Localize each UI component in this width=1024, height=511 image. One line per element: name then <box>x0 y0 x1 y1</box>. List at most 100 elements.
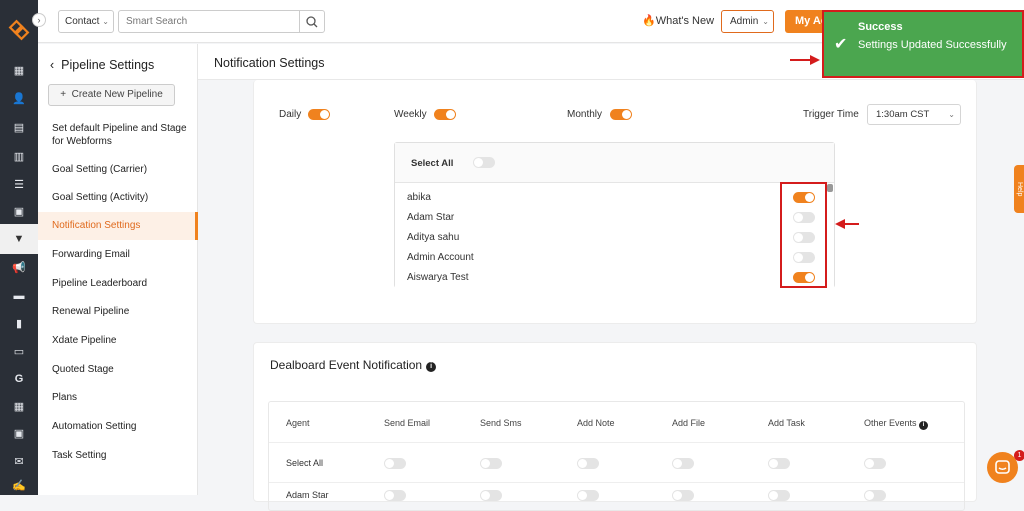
dashboard-icon[interactable]: ▦ <box>12 65 26 77</box>
column-header: Other Events i <box>864 418 929 430</box>
info-icon[interactable]: i <box>426 362 437 372</box>
settings-sidebar: ‹ Pipeline Settings + Create New Pipelin… <box>38 44 198 495</box>
annotation-arrow <box>790 59 812 61</box>
toast-title: Success <box>858 21 903 33</box>
agent-other-events-toggle[interactable] <box>864 490 886 501</box>
google-icon[interactable]: G <box>12 373 26 385</box>
dealboard-title: Dealboard Event Notification i <box>270 358 437 372</box>
sidebar-title: Pipeline Settings <box>61 58 155 72</box>
id-card-icon[interactable]: ▣ <box>12 206 26 218</box>
select-all-send-email-toggle[interactable] <box>384 458 406 469</box>
page-title: Notification Settings <box>214 56 325 70</box>
whats-new-link[interactable]: 🔥What's New <box>642 14 714 27</box>
create-new-pipeline-label: Create New Pipeline <box>71 89 163 100</box>
trigger-time-label: Trigger Time <box>803 109 859 120</box>
row-divider <box>269 442 964 443</box>
select-all-toggle[interactable] <box>473 157 495 168</box>
role-select-value: Admin <box>730 16 759 27</box>
trigger-time-value: 1:30am CST <box>876 109 930 120</box>
create-new-pipeline-button[interactable]: + Create New Pipeline <box>48 84 175 106</box>
column-header: Send Sms <box>480 418 522 428</box>
back-to-pipeline-settings[interactable]: ‹ Pipeline Settings <box>50 58 154 72</box>
documents-icon[interactable]: ▤ <box>12 122 26 134</box>
pipeline-nav-active[interactable]: ▼ <box>0 224 38 254</box>
column-header: Add Task <box>768 418 805 428</box>
calculator-icon[interactable]: ▦ <box>12 401 26 413</box>
dealboard-event-card: Dealboard Event Notification i Agent Send… <box>253 342 977 511</box>
trigger-time-select[interactable]: 1:30am CST ⌄ <box>867 104 961 125</box>
column-header: Add File <box>672 418 706 428</box>
agent-name: abika <box>407 192 431 203</box>
weekly-toggle[interactable] <box>434 109 456 120</box>
folder-icon[interactable]: ▭ <box>12 346 26 358</box>
chat-notification-badge: 1 <box>1014 450 1024 461</box>
agent-select-all-row: Select All <box>395 143 834 183</box>
success-toast[interactable]: ✔ Success Settings Updated Successfully <box>822 10 1024 78</box>
sidebar-item-forwarding-email[interactable]: Forwarding Email <box>38 248 198 261</box>
select-all-row-label: Select All <box>286 458 324 468</box>
agent-name: Admin Account <box>407 252 474 263</box>
monthly-label: Monthly <box>567 109 603 120</box>
megaphone-icon[interactable]: 📢 <box>12 262 26 274</box>
daily-label: Daily <box>279 109 302 120</box>
select-all-add-note-toggle[interactable] <box>577 458 599 469</box>
agent-send-email-toggle[interactable] <box>384 490 406 501</box>
sidebar-item-task-setting[interactable]: Task Setting <box>38 449 198 462</box>
agent-name: Aditya sahu <box>407 232 460 243</box>
agent-send-sms-toggle[interactable] <box>480 490 502 501</box>
contact-type-select[interactable]: Contact ⌄ <box>58 10 114 33</box>
sidebar-item-goal-carrier[interactable]: Goal Setting (Carrier) <box>38 163 198 176</box>
select-all-send-sms-toggle[interactable] <box>480 458 502 469</box>
fire-icon: 🔥 <box>642 15 656 27</box>
bank-icon[interactable]: ▥ <box>12 151 26 163</box>
sidebar-item-xdate-pipeline[interactable]: Xdate Pipeline <box>38 334 198 347</box>
agent-add-file-toggle[interactable] <box>672 490 694 501</box>
sidebar-item-plans[interactable]: Plans <box>38 391 198 404</box>
agent-add-note-toggle[interactable] <box>577 490 599 501</box>
plus-icon: + <box>60 89 67 100</box>
whats-new-label: What's New <box>655 15 715 27</box>
report-icon[interactable]: ▬ <box>12 290 26 302</box>
agent-row-label: Adam Star <box>286 490 329 500</box>
agent-list: abika Adam Star Aditya sahu Admin Accoun… <box>395 184 834 288</box>
sidebar-item-pipeline-leaderboard[interactable]: Pipeline Leaderboard <box>38 277 198 290</box>
checkmark-icon: ✔ <box>834 36 848 53</box>
chevron-down-icon: ⌄ <box>948 110 955 119</box>
sidebar-item-default-pipeline[interactable]: Set default Pipeline and Stage for Webfo… <box>38 122 198 148</box>
sidebar-item-renewal-pipeline[interactable]: Renewal Pipeline <box>38 305 198 318</box>
smart-search-input[interactable] <box>118 10 300 33</box>
select-all-add-file-toggle[interactable] <box>672 458 694 469</box>
column-header: Agent <box>286 418 310 428</box>
collapse-sidebar-button[interactable]: › <box>32 13 46 27</box>
pipeline-icon: ▼ <box>13 233 25 245</box>
agent-name: Adam Star <box>407 212 455 223</box>
icon-rail: ▦ 👤 ▤ ▥ ☰ ▣ ▼ 📢 ▬ ▮ ▭ G ▦ ▣ ✉ ✍ <box>0 0 38 495</box>
app-logo-icon[interactable] <box>8 19 30 41</box>
sidebar-item-notification-settings[interactable]: Notification Settings <box>38 212 198 240</box>
info-icon[interactable]: i <box>919 421 929 430</box>
chevron-down-icon: ⌄ <box>762 17 769 26</box>
dealboard-title-text: Dealboard Event Notification <box>270 358 423 372</box>
select-all-add-task-toggle[interactable] <box>768 458 790 469</box>
contacts-icon[interactable]: 👤 <box>12 93 26 105</box>
select-all-other-events-toggle[interactable] <box>864 458 886 469</box>
agent-add-task-toggle[interactable] <box>768 490 790 501</box>
mail-icon[interactable]: ✉ <box>12 456 26 468</box>
search-button[interactable] <box>299 10 325 33</box>
calendar-icon[interactable]: ▣ <box>12 428 26 440</box>
role-select[interactable]: Admin ⌄ <box>721 10 774 33</box>
sidebar-item-automation-setting[interactable]: Automation Setting <box>38 420 198 433</box>
chart-icon[interactable]: ▮ <box>12 318 26 330</box>
chevron-left-icon: ‹ <box>50 58 55 72</box>
agent-list-scrollbar[interactable] <box>827 184 833 192</box>
help-tab[interactable]: Help <box>1014 165 1024 213</box>
weekly-label: Weekly <box>394 109 427 120</box>
search-icon <box>306 16 318 28</box>
highlight-box <box>780 182 827 288</box>
sidebar-item-quoted-stage[interactable]: Quoted Stage <box>38 363 198 376</box>
monthly-toggle[interactable] <box>610 109 632 120</box>
signature-icon[interactable]: ✍ <box>12 480 26 492</box>
daily-toggle[interactable] <box>308 109 330 120</box>
sidebar-item-goal-activity[interactable]: Goal Setting (Activity) <box>38 191 198 204</box>
list-icon[interactable]: ☰ <box>12 179 26 191</box>
